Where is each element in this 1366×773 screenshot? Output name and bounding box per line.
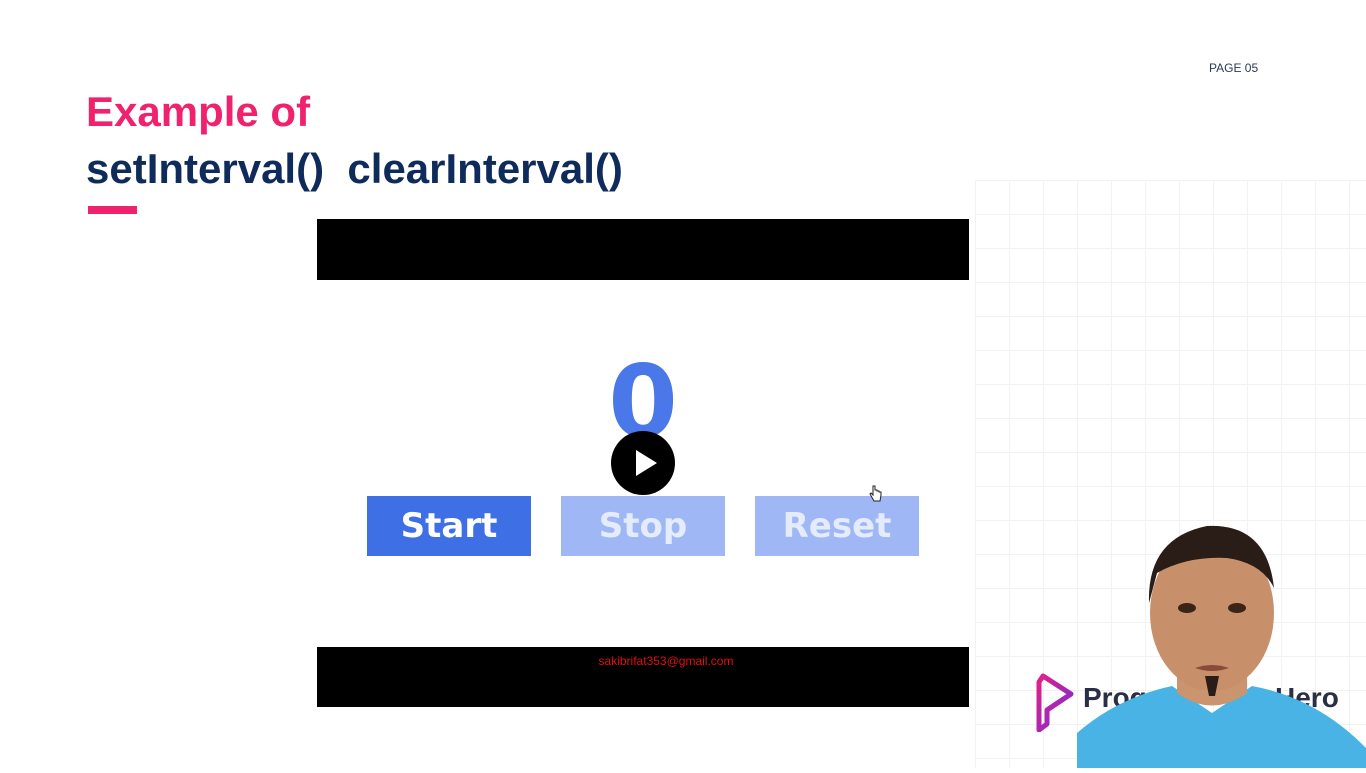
programming-hero-logo-icon [1033, 672, 1077, 737]
hand-cursor-icon [869, 485, 883, 508]
play-icon [636, 450, 657, 476]
play-button[interactable] [611, 431, 675, 495]
presenter-webcam [1077, 518, 1366, 773]
watermark-email: sakibrifat353@gmail.com [598, 654, 734, 668]
title-underline [88, 206, 137, 214]
start-button[interactable]: Start [367, 496, 531, 556]
letterbox-top [317, 219, 969, 280]
slide-subtitle: setInterval() clearInterval() [86, 145, 623, 192]
slide-title: Example of [86, 88, 311, 135]
stop-button[interactable]: Stop [561, 496, 725, 556]
page-number: PAGE 05 [1209, 61, 1259, 75]
reset-button[interactable]: Reset [755, 496, 919, 556]
